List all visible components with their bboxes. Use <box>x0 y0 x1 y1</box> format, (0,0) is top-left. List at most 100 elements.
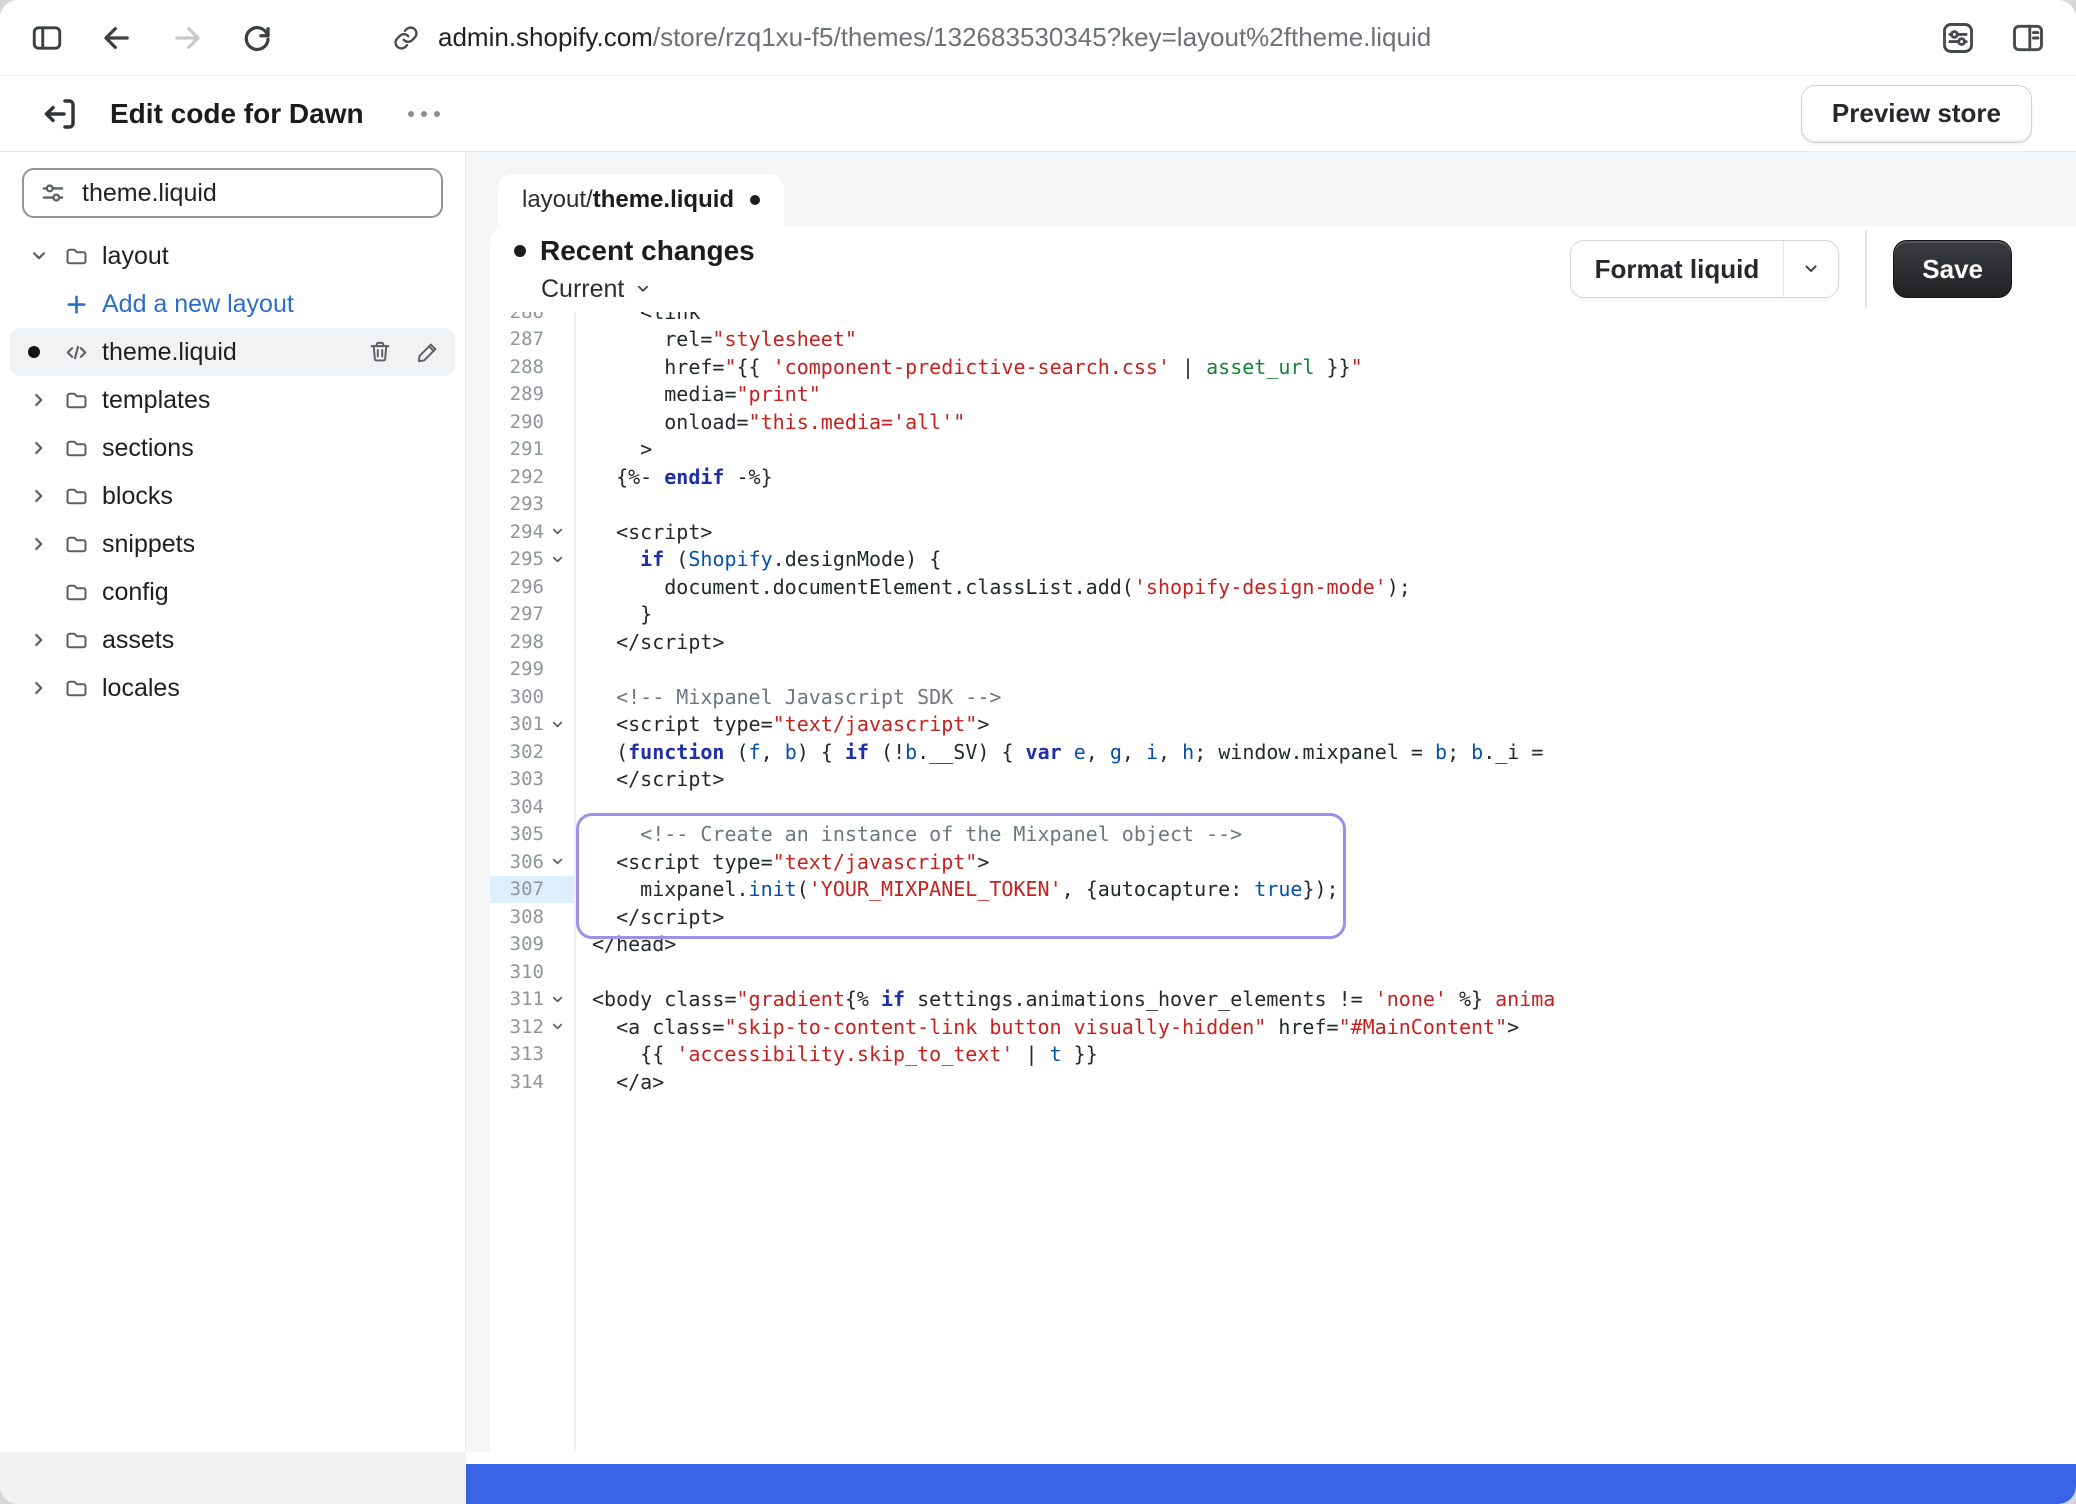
code-line-292[interactable]: 292 {%- endif -%} <box>490 463 2076 491</box>
sidebar-item-blocks[interactable]: blocks <box>10 472 455 520</box>
line-number: 297 <box>502 603 544 625</box>
version-dropdown-label: Current <box>541 275 624 304</box>
sidebar-item-sections[interactable]: sections <box>10 424 455 472</box>
line-number: 294 <box>502 521 544 543</box>
code-text: <body class="gradient{% if settings.anim… <box>574 987 1555 1011</box>
code-line-305[interactable]: 305 <!-- Create an instance of the Mixpa… <box>490 821 2076 849</box>
gutter: 309 <box>490 931 574 959</box>
code-line-308[interactable]: 308 </script> <box>490 903 2076 931</box>
file-search-box[interactable] <box>22 168 443 218</box>
code-line-298[interactable]: 298 </script> <box>490 628 2076 656</box>
tree-item-label: Add a new layout <box>102 290 294 319</box>
code-line-314[interactable]: 314 </a> <box>490 1068 2076 1096</box>
sidebar-item-templates[interactable]: templates <box>10 376 455 424</box>
file-search-input[interactable] <box>80 178 425 209</box>
code-line-306[interactable]: 306 <script type="text/javascript"> <box>490 848 2076 876</box>
sidebar-item-theme-liquid[interactable]: theme.liquid <box>10 328 455 376</box>
code-line-311[interactable]: 311<body class="gradient{% if settings.a… <box>490 986 2076 1014</box>
browser-window: admin.shopify.com/store/rzq1xu-f5/themes… <box>0 0 2076 1504</box>
code-line-291[interactable]: 291 > <box>490 436 2076 464</box>
code-text: </script> <box>574 630 724 654</box>
code-text: mixpanel.init('YOUR_MIXPANEL_TOKEN', {au… <box>574 877 1339 901</box>
format-liquid-caret[interactable] <box>1783 241 1838 297</box>
chevron-right-icon <box>28 533 50 555</box>
line-number: 304 <box>502 796 544 818</box>
code-line-303[interactable]: 303 </script> <box>490 766 2076 794</box>
code-line-294[interactable]: 294 <script> <box>490 518 2076 546</box>
folder-icon <box>64 484 89 509</box>
line-number: 305 <box>502 823 544 845</box>
back-button[interactable] <box>100 21 134 55</box>
tree-item-label: templates <box>102 386 210 415</box>
recent-changes-label: Recent changes <box>540 235 755 267</box>
folder-icon <box>64 436 89 461</box>
code-line-310[interactable]: 310 <box>490 958 2076 986</box>
line-number: 303 <box>502 768 544 790</box>
folder-icon <box>64 628 89 653</box>
line-number: 286 <box>502 312 544 323</box>
format-liquid-button[interactable]: Format liquid <box>1570 240 1840 298</box>
code-line-290[interactable]: 290 onload="this.media='all'" <box>490 408 2076 436</box>
fold-toggle[interactable] <box>546 1013 568 1041</box>
link-icon <box>392 24 420 52</box>
add-new-layout-button[interactable]: Add a new layout <box>10 280 455 328</box>
address-bar[interactable]: admin.shopify.com/store/rzq1xu-f5/themes… <box>392 22 1431 53</box>
fold-toggle[interactable] <box>546 546 568 574</box>
sidebar-item-config[interactable]: config <box>10 568 455 616</box>
code-line-297[interactable]: 297 } <box>490 601 2076 629</box>
save-button[interactable]: Save <box>1893 240 2012 298</box>
pencil-icon[interactable] <box>415 339 441 365</box>
code-line-299[interactable]: 299 <box>490 656 2076 684</box>
code-line-307[interactable]: 307 mixpanel.init('YOUR_MIXPANEL_TOKEN',… <box>490 876 2076 904</box>
sidebar-item-assets[interactable]: assets <box>10 616 455 664</box>
sidebar-item-layout[interactable]: layout <box>10 232 455 280</box>
code-line-287[interactable]: 287 rel="stylesheet" <box>490 326 2076 354</box>
toolbar-divider <box>1865 230 1867 308</box>
fold-toggle[interactable] <box>546 711 568 739</box>
line-number: 312 <box>502 1016 544 1038</box>
preview-store-button[interactable]: Preview store <box>1801 85 2032 143</box>
gutter: 297 <box>490 601 574 629</box>
code-line-288[interactable]: 288 href="{{ 'component-predictive-searc… <box>490 353 2076 381</box>
code-line-293[interactable]: 293 <box>490 491 2076 519</box>
split-view-icon[interactable] <box>2010 20 2046 56</box>
exit-editor-icon[interactable] <box>40 94 80 134</box>
code-line-304[interactable]: 304 <box>490 793 2076 821</box>
version-dropdown[interactable]: Current <box>541 275 755 304</box>
forward-button[interactable] <box>170 21 204 55</box>
gutter: 298 <box>490 628 574 656</box>
sidebar-toggle-icon[interactable] <box>30 21 64 55</box>
code-line-295[interactable]: 295 if (Shopify.designMode) { <box>490 546 2076 574</box>
fold-toggle[interactable] <box>546 986 568 1014</box>
folder-icon <box>64 388 89 413</box>
code-line-300[interactable]: 300 <!-- Mixpanel Javascript SDK --> <box>490 683 2076 711</box>
tab-strip: layout/theme.liquid <box>466 152 2076 226</box>
fold-toggle[interactable] <box>546 518 568 546</box>
sidebar-item-snippets[interactable]: snippets <box>10 520 455 568</box>
recent-changes-dot <box>514 245 526 257</box>
fold-toggle[interactable] <box>546 848 568 876</box>
code-line-286[interactable]: 286 <link <box>490 312 2076 326</box>
code-text: > <box>574 437 652 461</box>
tab-theme-liquid[interactable]: layout/theme.liquid <box>498 174 784 226</box>
code-text: <link <box>574 312 700 324</box>
code-line-309[interactable]: 309</head> <box>490 931 2076 959</box>
open-file-dot <box>28 346 40 358</box>
line-number: 313 <box>502 1043 544 1065</box>
gutter: 308 <box>490 903 574 931</box>
fold-chevron-icon <box>550 1019 565 1034</box>
browser-extensions-icon[interactable] <box>1940 20 1976 56</box>
tree-item-label: theme.liquid <box>102 338 237 367</box>
code-line-302[interactable]: 302 (function (f, b) { if (!b.__SV) { va… <box>490 738 2076 766</box>
code-text: href="{{ 'component-predictive-search.cs… <box>574 355 1363 379</box>
sidebar-item-locales[interactable]: locales <box>10 664 455 712</box>
code-line-289[interactable]: 289 media="print" <box>490 381 2076 409</box>
code-editor[interactable]: 286 <link287 rel="stylesheet"288 href="{… <box>490 312 2076 1504</box>
code-line-296[interactable]: 296 document.documentElement.classList.a… <box>490 573 2076 601</box>
reload-button[interactable] <box>240 21 274 55</box>
trash-icon[interactable] <box>367 339 393 365</box>
code-line-312[interactable]: 312 <a class="skip-to-content-link butto… <box>490 1013 2076 1041</box>
code-line-313[interactable]: 313 {{ 'accessibility.skip_to_text' | t … <box>490 1041 2076 1069</box>
code-line-301[interactable]: 301 <script type="text/javascript"> <box>490 711 2076 739</box>
more-actions-button[interactable] <box>398 101 450 127</box>
